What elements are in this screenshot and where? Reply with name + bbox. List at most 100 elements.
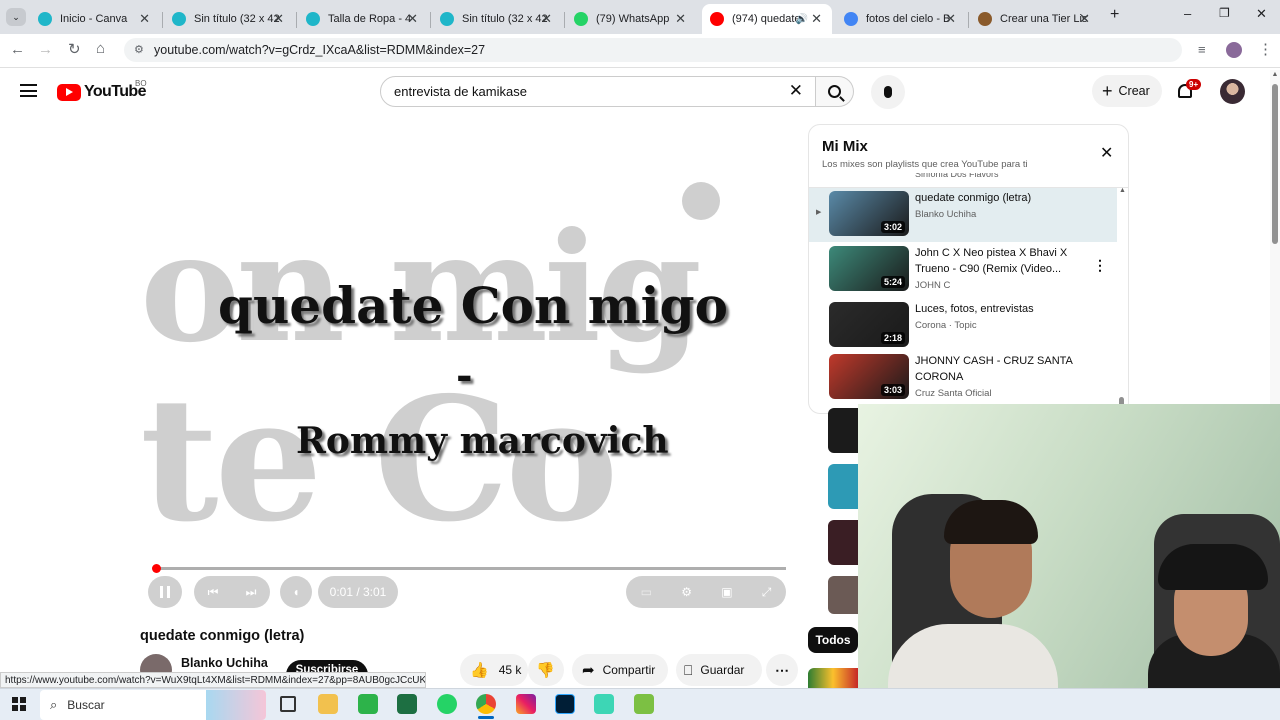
playlist-item[interactable]: ▶ 3:02 quedate conmigo (letra) Blanko Uchih… xyxy=(809,188,1117,242)
tab-audio-icon[interactable]: 🔊 xyxy=(796,14,808,25)
playlist-item[interactable]: 3:03 JHONNY CASH - CRUZ SANTA CORONA Cruz … xyxy=(809,351,1117,405)
search-button[interactable] xyxy=(816,76,854,107)
playlist-item-channel: JOHN C xyxy=(915,280,951,291)
taskbar-search-box[interactable]: ⌕ Buscar xyxy=(40,690,266,720)
tab-title: Sin título (32 x 42 xyxy=(462,13,548,25)
microphone-icon xyxy=(884,86,892,98)
browser-tab[interactable]: Sin título (32 x 42 ✕ xyxy=(432,4,562,34)
close-playlist-icon[interactable]: ✕ xyxy=(1100,143,1113,163)
subtitles-icon[interactable]: ▭ xyxy=(641,585,652,599)
reload-icon[interactable]: ↻ xyxy=(68,42,81,58)
tab-favicon-icon xyxy=(844,12,858,26)
extra-thumb-2[interactable] xyxy=(828,464,860,509)
tab-close-icon[interactable]: ✕ xyxy=(273,11,284,27)
hamburger-menu-icon[interactable] xyxy=(20,84,37,97)
teal-app-icon[interactable] xyxy=(594,694,614,714)
pause-button[interactable] xyxy=(148,576,182,608)
start-button[interactable] xyxy=(12,697,26,711)
account-avatar[interactable] xyxy=(1220,79,1245,104)
browser-tab[interactable]: fotos del cielo - B ✕ xyxy=(836,4,966,34)
tab-close-icon[interactable]: ✕ xyxy=(811,11,822,27)
mix-playlist-panel: Mi Mix Los mixes son playlists que crea … xyxy=(808,124,1129,414)
playlist-item[interactable]: 5:24 John C X Neo pistea X Bhavi X Trueno… xyxy=(809,243,1117,297)
dislike-button[interactable]: 👍 xyxy=(528,654,564,686)
tab-close-icon[interactable]: ✕ xyxy=(541,11,552,27)
clear-search-icon[interactable]: ✕ xyxy=(789,81,803,101)
photoshop-icon[interactable] xyxy=(555,694,575,714)
notifications-button[interactable]: 9+ xyxy=(1176,79,1202,102)
progress-scrubber[interactable] xyxy=(151,564,161,573)
progress-bar[interactable] xyxy=(154,567,786,570)
restore-button[interactable]: ❐ xyxy=(1219,6,1230,20)
lyric-dash: - xyxy=(456,352,473,399)
tab-separator xyxy=(430,12,431,28)
extra-thumb-4[interactable] xyxy=(828,576,860,614)
browser-tab[interactable]: Crear una Tier List ✕ xyxy=(970,4,1100,34)
playlist-scrollbar[interactable]: ▲ xyxy=(1119,187,1126,413)
browser-tab[interactable]: (974) quedate 🔊 ✕ xyxy=(702,4,832,34)
youtube-logo[interactable]: YouTube xyxy=(57,83,146,101)
next-icon[interactable]: ⏭ xyxy=(246,585,257,600)
tab-close-icon[interactable]: ✕ xyxy=(945,11,956,27)
address-bar[interactable]: ⚙ youtube.com/watch?v=gCrdz_IXcaA&list=R… xyxy=(124,38,1182,62)
item-more-icon[interactable]: ⋮ xyxy=(1093,257,1107,274)
like-button[interactable]: 👍 45 k xyxy=(460,654,528,686)
home-icon[interactable]: ⌂ xyxy=(96,41,105,57)
create-button[interactable]: + Crear xyxy=(1092,75,1162,107)
video-player[interactable]: on mig te Co quedate Con migo - Rommy ma… xyxy=(140,130,796,610)
media-controls-icon[interactable]: ≡ xyxy=(1198,42,1206,58)
pause-icon xyxy=(160,586,170,598)
more-actions-button[interactable]: ⋯ xyxy=(766,654,798,686)
excel-icon[interactable] xyxy=(397,694,417,714)
tab-close-icon[interactable]: ✕ xyxy=(407,11,418,27)
chip-all[interactable]: Todos xyxy=(808,627,858,653)
playlist-item[interactable]: 2:18 Luces, fotos, entrevistas Corona · To… xyxy=(809,299,1117,353)
tab-close-icon[interactable]: ✕ xyxy=(139,11,150,27)
close-window-button[interactable]: ✕ xyxy=(1256,6,1267,22)
fullscreen-icon[interactable]: ⤢ xyxy=(762,585,772,600)
playlist-thumbnail[interactable]: 5:24 xyxy=(829,246,909,291)
task-view-icon[interactable] xyxy=(280,696,296,712)
site-info-icon[interactable]: ⚙ xyxy=(134,43,144,56)
browser-tab[interactable]: Talla de Ropa - 4 ✕ xyxy=(298,4,428,34)
browser-tab[interactable]: (79) WhatsApp ✕ xyxy=(566,4,696,34)
new-tab-button[interactable]: + xyxy=(1110,6,1119,24)
minimize-button[interactable]: – xyxy=(1184,6,1191,21)
tab-close-icon[interactable]: ✕ xyxy=(675,11,686,27)
tab-separator xyxy=(564,12,565,28)
instagram-icon[interactable] xyxy=(516,694,536,714)
green-app-icon[interactable] xyxy=(358,694,378,714)
playlist-thumbnail[interactable]: 2:18 xyxy=(829,302,909,347)
volume-button[interactable]: ◖ xyxy=(280,576,312,608)
voice-search-button[interactable] xyxy=(871,75,905,109)
forward-icon[interactable]: → xyxy=(38,42,53,58)
extra-thumb-1[interactable] xyxy=(828,408,860,453)
save-button[interactable]: ⎕ Guardar xyxy=(676,654,762,686)
previous-icon[interactable]: ⏮ xyxy=(208,585,219,600)
extra-thumb-3[interactable] xyxy=(828,520,860,565)
page-scroll-thumb[interactable] xyxy=(1272,84,1278,244)
channel-name[interactable]: Blanko Uchiha xyxy=(181,656,268,670)
playlist-thumbnail[interactable]: 3:03 xyxy=(829,354,909,399)
back-icon[interactable]: ← xyxy=(10,42,25,58)
settings-gear-icon[interactable]: ⚙ xyxy=(681,585,692,599)
scroll-up-icon[interactable]: ▲ xyxy=(1119,187,1126,195)
tab-close-icon[interactable]: ✕ xyxy=(1079,11,1090,27)
file-explorer-icon[interactable] xyxy=(318,694,338,714)
playlist-thumbnail[interactable]: 3:02 xyxy=(829,191,909,236)
page-scroll-up-icon[interactable]: ▲ xyxy=(1270,70,1280,80)
browser-tab[interactable]: Inicio - Canva ✕ xyxy=(30,4,160,34)
thumbs-down-icon: 👍 xyxy=(536,661,555,678)
theater-mode-icon[interactable]: ▣ xyxy=(721,585,732,599)
share-button[interactable]: ➦ Compartir xyxy=(572,654,668,686)
android-app-icon[interactable] xyxy=(634,694,654,714)
whatsapp-icon[interactable] xyxy=(437,694,457,714)
chrome-menu-icon[interactable]: ⋮ xyxy=(1258,42,1273,58)
address-url: youtube.com/watch?v=gCrdz_IXcaA&list=RDM… xyxy=(154,43,486,57)
browser-tab[interactable]: Sin título (32 x 42 ✕ xyxy=(164,4,294,34)
profile-avatar[interactable] xyxy=(1226,42,1242,58)
search-input[interactable]: entrevista de kamikase ✕ xyxy=(380,76,816,107)
extra-thumb-5[interactable] xyxy=(808,668,858,688)
chrome-icon[interactable] xyxy=(476,694,496,714)
tab-search-icon[interactable]: ⌄ xyxy=(6,8,26,26)
